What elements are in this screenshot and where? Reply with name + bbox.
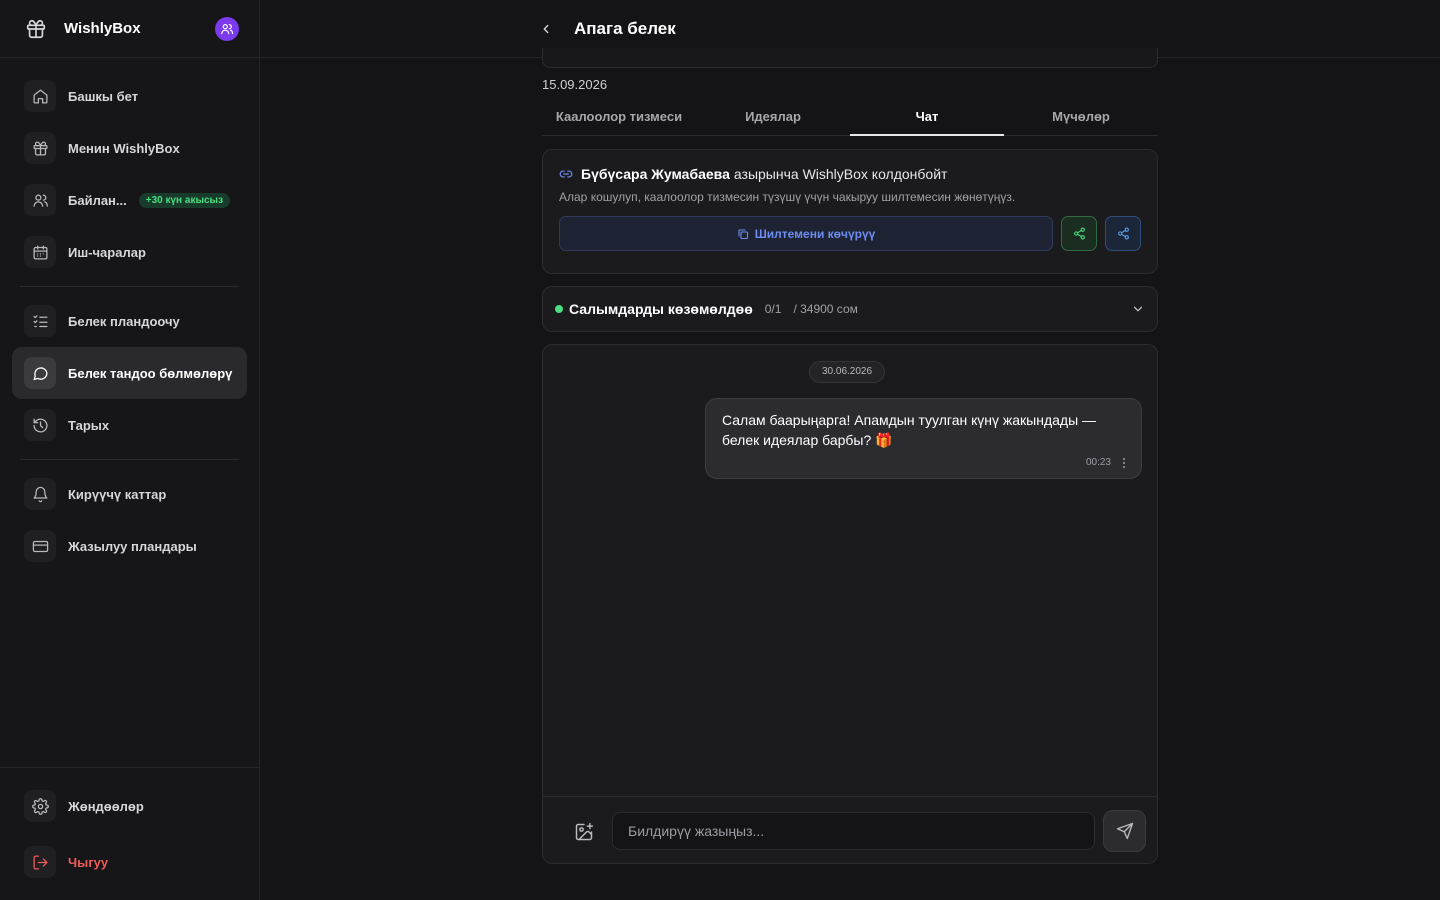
- sidebar-item-label: Белек пландоочу: [68, 313, 180, 329]
- page-title: Апага белек: [574, 19, 676, 38]
- message-meta: 00:23: [1086, 457, 1125, 468]
- chat-message: Салам баарыңарга! Апамдын туулган күнү ж…: [705, 398, 1142, 479]
- nav-divider: [20, 286, 239, 287]
- sidebar-item-contacts[interactable]: Байлан... +30 күн акысыз: [12, 174, 247, 226]
- sidebar-item-my-wishlybox[interactable]: Менин WishlyBox: [12, 122, 247, 174]
- share-icon: [1117, 227, 1130, 240]
- history-icon: [24, 409, 56, 441]
- sidebar-item-history[interactable]: Тарых: [12, 399, 247, 451]
- sidebar-item-label: Иш-чаралар: [68, 244, 146, 260]
- invite-title: Бүбүсара Жумабаева азырынча WishlyBox ко…: [559, 166, 1141, 182]
- sidebar-item-label: Жазылуу пландары: [68, 538, 197, 554]
- gift-logo-icon: [24, 17, 48, 41]
- user-avatar[interactable]: [215, 16, 239, 41]
- sidebar-item-settings[interactable]: Жөндөөлөр: [12, 780, 247, 832]
- invitee-name: Бүбүсара Жумабаева: [581, 166, 730, 182]
- sidebar-item-label: Чыгуу: [68, 854, 109, 870]
- gift-icon: [24, 132, 56, 164]
- users-icon: [24, 184, 56, 216]
- bell-icon: [24, 478, 56, 510]
- send-button[interactable]: [1103, 810, 1146, 852]
- logout-icon: [24, 846, 56, 878]
- tab-ideas[interactable]: Идеялар: [696, 100, 850, 135]
- sidebar-item-home[interactable]: Башкы бет: [12, 70, 247, 122]
- home-icon: [24, 80, 56, 112]
- chat-panel: 30.06.2026 Салам баарыңарга! Апамдын туу…: [542, 344, 1158, 864]
- list-check-icon: [24, 305, 56, 337]
- gear-icon: [24, 790, 56, 822]
- sidebar-item-events[interactable]: Иш-чаралар: [12, 226, 247, 278]
- sidebar-header: WishlyBox: [0, 0, 259, 58]
- calendar-icon: [24, 236, 56, 268]
- message-time: 00:23: [1085, 457, 1111, 468]
- tab-bar: Каалоолор тизмеси Идеялар Чат Мүчөлөр: [542, 100, 1158, 136]
- event-card-edge: [542, 48, 1158, 68]
- sidebar: WishlyBox Башкы бет Менин WishlyBox Байл…: [0, 0, 260, 900]
- sidebar-item-label: Башкы бет: [68, 88, 139, 104]
- sidebar-bottom-nav: Жөндөөлөр Чыгуу: [12, 780, 247, 888]
- tab-chat[interactable]: Чат: [850, 100, 1004, 136]
- message-text: Салам баарыңарга! Апамдын туулган күнү ж…: [722, 412, 1097, 448]
- sidebar-item-subscriptions[interactable]: Жазылуу пландары: [12, 520, 247, 572]
- copy-icon: [737, 228, 749, 240]
- more-vertical-icon[interactable]: [1123, 457, 1125, 468]
- tracker-count: 0/1: [764, 302, 782, 316]
- copy-link-label: Шилтемени көчүрүү: [754, 226, 876, 241]
- sidebar-item-label: Менин WishlyBox: [68, 140, 180, 156]
- tab-wishlist[interactable]: Каалоолор тизмеси: [542, 100, 696, 135]
- invite-status: азырынча WishlyBox колдонбойт: [733, 166, 948, 182]
- share-telegram-button[interactable]: [1105, 216, 1141, 251]
- back-chevron-icon[interactable]: [536, 19, 556, 39]
- sidebar-item-logout[interactable]: Чыгуу: [12, 836, 247, 888]
- event-date: 15.09.2026: [542, 77, 608, 92]
- credit-card-icon: [24, 530, 56, 562]
- send-icon: [1116, 822, 1134, 840]
- sidebar-item-gift-planner[interactable]: Белек пландоочу: [12, 295, 247, 347]
- sidebar-bottom-divider: [0, 767, 260, 768]
- chat-composer: [543, 796, 1157, 863]
- sidebar-nav: Башкы бет Менин WishlyBox Байлан... +30 …: [12, 70, 247, 572]
- invite-card: Бүбүсара Жумабаева азырынча WishlyBox ко…: [542, 149, 1158, 274]
- trial-badge: +30 күн акысыз: [138, 192, 231, 208]
- sidebar-item-label: Байлан...: [68, 192, 127, 208]
- chat-bubble-icon: [24, 357, 56, 389]
- contribution-tracker[interactable]: Салымдарды көзөмөлдөө 0/1 / 34900 сом: [542, 286, 1158, 332]
- image-upload-icon[interactable]: [571, 819, 597, 845]
- chevron-down-icon[interactable]: [1131, 302, 1145, 316]
- invite-description: Алар кошулуп, каалоолор тизмесин түзүшү …: [559, 190, 1016, 204]
- tracker-title: Салымдарды көзөмөлдөө: [569, 301, 753, 317]
- sidebar-item-gift-rooms[interactable]: Белек тандоо бөлмөлөрү: [12, 347, 247, 399]
- sidebar-item-inbox[interactable]: Кирүүчү каттар: [12, 468, 247, 520]
- brand-name: WishlyBox: [64, 20, 141, 37]
- sidebar-item-label: Жөндөөлөр: [68, 798, 144, 814]
- sidebar-item-label: Тарых: [68, 417, 110, 433]
- chat-date-chip: 30.06.2026: [809, 361, 886, 383]
- share-whatsapp-button[interactable]: [1061, 216, 1097, 251]
- tab-members[interactable]: Мүчөлөр: [1004, 100, 1158, 135]
- nav-divider: [20, 459, 239, 460]
- tracker-sum: / 34900 сом: [793, 302, 858, 316]
- message-input[interactable]: [612, 812, 1095, 850]
- share-icon: [1073, 227, 1086, 240]
- status-dot: [555, 305, 563, 313]
- sidebar-item-label: Кирүүчү каттар: [68, 486, 167, 502]
- link-icon: [559, 167, 573, 181]
- copy-link-button[interactable]: Шилтемени көчүрүү: [559, 216, 1053, 251]
- invite-actions: Шилтемени көчүрүү: [559, 216, 1141, 251]
- sidebar-item-label: Белек тандоо бөлмөлөрү: [68, 365, 233, 381]
